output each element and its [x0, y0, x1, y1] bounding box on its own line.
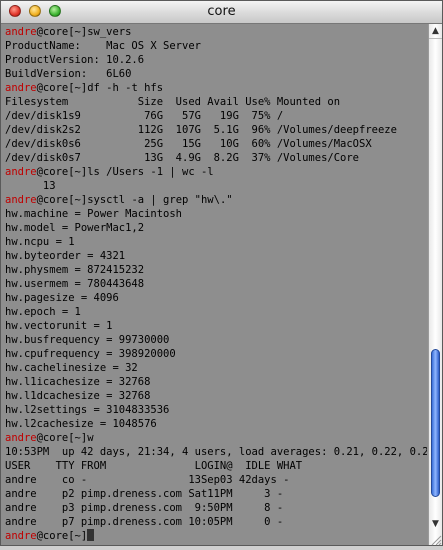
command-text: ls /Users -1 | wc -l: [87, 166, 214, 178]
scroll-down-arrow-icon[interactable]: ▼: [429, 517, 442, 531]
output-line: hw.byteorder = 4321: [5, 250, 126, 262]
prompt-path: [~]: [68, 530, 88, 542]
output-line: 13: [5, 180, 56, 192]
output-line: Filesystem Size Used Avail Use% Mounted …: [5, 96, 341, 108]
command-text: sw_vers: [87, 26, 132, 38]
output-line: ProductVersion: 10.2.6: [5, 54, 145, 66]
output-line: andre p3 pimp.dreness.com 9:50PM 8 -: [5, 502, 284, 514]
output-line: BuildVersion: 6L60: [5, 68, 132, 80]
prompt-user: andre: [5, 432, 37, 444]
output-line: hw.physmem = 872415232: [5, 264, 145, 276]
prompt-path: [~]: [68, 82, 88, 94]
scroll-up-arrow-icon[interactable]: ▲: [429, 24, 442, 39]
output-line: /dev/disk0s7 13G 4.9G 8.2G 37% /Volumes/…: [5, 152, 360, 164]
prompt-line: andre@core[~]ls /Users -1 | wc -l: [5, 165, 427, 179]
window-title: core: [207, 4, 236, 19]
output-line: ProductName: Mac OS X Server: [5, 40, 201, 52]
prompt-user: andre: [5, 82, 37, 94]
output-line: hw.pagesize = 4096: [5, 292, 119, 304]
output-line: andre co - 13Sep03 42days -: [5, 474, 290, 486]
prompt-line: andre@core[~]sw_vers: [5, 25, 427, 39]
output-line: hw.ncpu = 1: [5, 236, 75, 248]
output-line: hw.machine = Power Macintosh: [5, 208, 183, 220]
prompt-user: andre: [5, 194, 37, 206]
vertical-scrollbar[interactable]: ▲ ▼: [428, 24, 442, 546]
terminal-output[interactable]: andre@core[~]sw_vers ProductName: Mac OS …: [1, 24, 427, 545]
prompt-host: @core: [36, 26, 69, 38]
output-line: hw.model = PowerMac1,2: [5, 222, 145, 234]
terminal-window: core andre@core[~]sw_vers ProductName: Ma…: [0, 0, 443, 546]
output-line: hw.l1icachesize = 32768: [5, 376, 151, 388]
output-line: hw.l2cachesize = 1048576: [5, 418, 157, 430]
scrollbar-thumb[interactable]: [431, 349, 440, 497]
prompt-path: [~]: [68, 26, 88, 38]
command-text: w: [87, 432, 94, 444]
output-line: /dev/disk2s2 112G 107G 5.1G 96% /Volumes…: [5, 124, 397, 136]
prompt-path: [~]: [68, 194, 88, 206]
prompt-host: @core: [36, 530, 69, 542]
prompt-host: @core: [36, 82, 69, 94]
text-cursor: [87, 529, 95, 541]
prompt-line: andre@core[~]sysctl -a | grep "hw\.": [5, 193, 427, 207]
output-line: andre p2 pimp.dreness.com Sat11PM 3 -: [5, 488, 284, 500]
prompt-line: andre@core[~]w: [5, 431, 427, 445]
output-line: hw.l2settings = 3104833536: [5, 404, 170, 416]
prompt-user: andre: [5, 26, 37, 38]
output-line: hw.cachelinesize = 32: [5, 362, 138, 374]
prompt-host: @core: [36, 166, 69, 178]
prompt-user: andre: [5, 530, 37, 542]
prompt-path: [~]: [68, 166, 88, 178]
resize-grip-icon[interactable]: [429, 531, 442, 546]
title-bar[interactable]: core: [1, 1, 442, 24]
prompt-host: @core: [36, 432, 69, 444]
command-text: sysctl -a | grep "hw\.": [87, 194, 233, 206]
output-line: hw.l1dcachesize = 32768: [5, 390, 151, 402]
prompt-line: andre@core[~]df -h -t hfs: [5, 81, 427, 95]
prompt-line: andre@core[~]: [5, 529, 427, 543]
prompt-host: @core: [36, 194, 69, 206]
command-text: df -h -t hfs: [87, 82, 164, 94]
output-line: hw.epoch = 1: [5, 306, 81, 318]
output-line: 10:53PM up 42 days, 21:34, 4 users, load…: [5, 446, 427, 458]
output-line: /dev/disk0s6 25G 15G 10G 60% /Volumes/Ma…: [5, 138, 372, 150]
terminal-lines: andre@core[~]sw_vers ProductName: Mac OS …: [5, 25, 427, 543]
output-line: hw.cpufrequency = 398920000: [5, 348, 176, 360]
output-line: hw.busfrequency = 99730000: [5, 334, 170, 346]
output-line: hw.vectorunit = 1: [5, 320, 113, 332]
output-line: /dev/disk1s9 76G 57G 19G 75% /: [5, 110, 284, 122]
output-line: andre p7 pimp.dreness.com 10:05PM 0 -: [5, 516, 284, 528]
output-line: hw.usermem = 780443648: [5, 278, 145, 290]
prompt-user: andre: [5, 166, 37, 178]
output-line: USER TTY FROM LOGIN@ IDLE WHAT: [5, 460, 303, 472]
prompt-path: [~]: [68, 432, 88, 444]
